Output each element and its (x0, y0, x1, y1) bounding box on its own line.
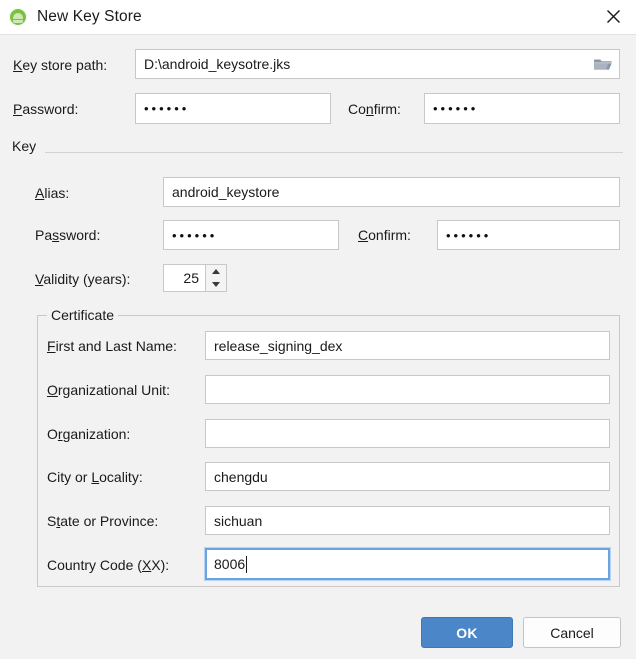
key-store-confirm-value: •••••• (433, 101, 479, 116)
key-validity-spin-buttons (205, 264, 227, 292)
certificate-organizational-unit-label: Organizational Unit: (47, 382, 170, 398)
certificate-country-code-value: 8006 (214, 556, 246, 572)
android-robot-icon (9, 8, 27, 26)
close-icon[interactable] (590, 0, 636, 33)
key-store-path-value: D:\android_keysotre.jks (144, 56, 291, 72)
key-password-value: •••••• (172, 227, 218, 243)
key-store-path-input[interactable]: D:\android_keysotre.jks (135, 49, 620, 79)
key-store-password-value: •••••• (144, 101, 190, 116)
key-alias-input[interactable]: android_keystore (163, 177, 620, 207)
key-store-password-input[interactable]: •••••• (135, 93, 331, 124)
certificate-group-label: Certificate (47, 307, 119, 323)
certificate-city-locality-input[interactable]: chengdu (205, 462, 610, 491)
title-bar: New Key Store (0, 0, 636, 35)
certificate-state-province-input[interactable]: sichuan (205, 506, 610, 535)
validity-decrement-button[interactable] (206, 278, 226, 291)
certificate-first-last-name-value: release_signing_dex (214, 337, 343, 354)
key-section-divider (45, 152, 623, 153)
certificate-city-locality-value: chengdu (214, 468, 268, 485)
key-store-confirm-label: Confirm: (348, 101, 401, 117)
key-validity-stepper[interactable]: 25 (163, 264, 227, 292)
key-store-path-label: Key store path: (13, 57, 108, 73)
certificate-first-last-name-input[interactable]: release_signing_dex (205, 331, 610, 360)
folder-open-icon[interactable] (593, 56, 613, 72)
validity-increment-button[interactable] (206, 265, 226, 278)
key-password-input[interactable]: •••••• (163, 220, 339, 250)
key-store-password-label: Password: (13, 101, 79, 117)
certificate-organization-label: Organization: (47, 426, 131, 442)
certificate-first-last-name-label: First and Last Name: (47, 338, 177, 354)
window-title: New Key Store (37, 8, 142, 25)
key-confirm-label: Confirm: (358, 227, 411, 243)
certificate-state-province-value: sichuan (214, 512, 263, 529)
certificate-city-locality-label: City or Locality: (47, 469, 143, 485)
certificate-organization-input[interactable] (205, 419, 610, 448)
key-confirm-value: •••••• (446, 227, 492, 243)
key-store-confirm-input[interactable]: •••••• (424, 93, 620, 124)
certificate-country-code-label: Country Code (XX): (47, 557, 170, 573)
key-confirm-input[interactable]: •••••• (437, 220, 620, 250)
certificate-country-code-input[interactable]: 8006 (205, 548, 610, 580)
key-alias-label: Alias: (35, 185, 70, 201)
key-validity-value[interactable]: 25 (163, 264, 205, 292)
key-section-title: Key (12, 138, 37, 154)
cancel-button[interactable]: Cancel (523, 617, 621, 648)
key-validity-label: Validity (years): (35, 271, 131, 287)
text-cursor (246, 555, 248, 573)
certificate-state-province-label: State or Province: (47, 513, 159, 529)
certificate-organizational-unit-input[interactable] (205, 375, 610, 404)
ok-button[interactable]: OK (421, 617, 513, 648)
key-password-label: Password: (35, 227, 101, 243)
key-alias-value: android_keystore (172, 184, 280, 200)
